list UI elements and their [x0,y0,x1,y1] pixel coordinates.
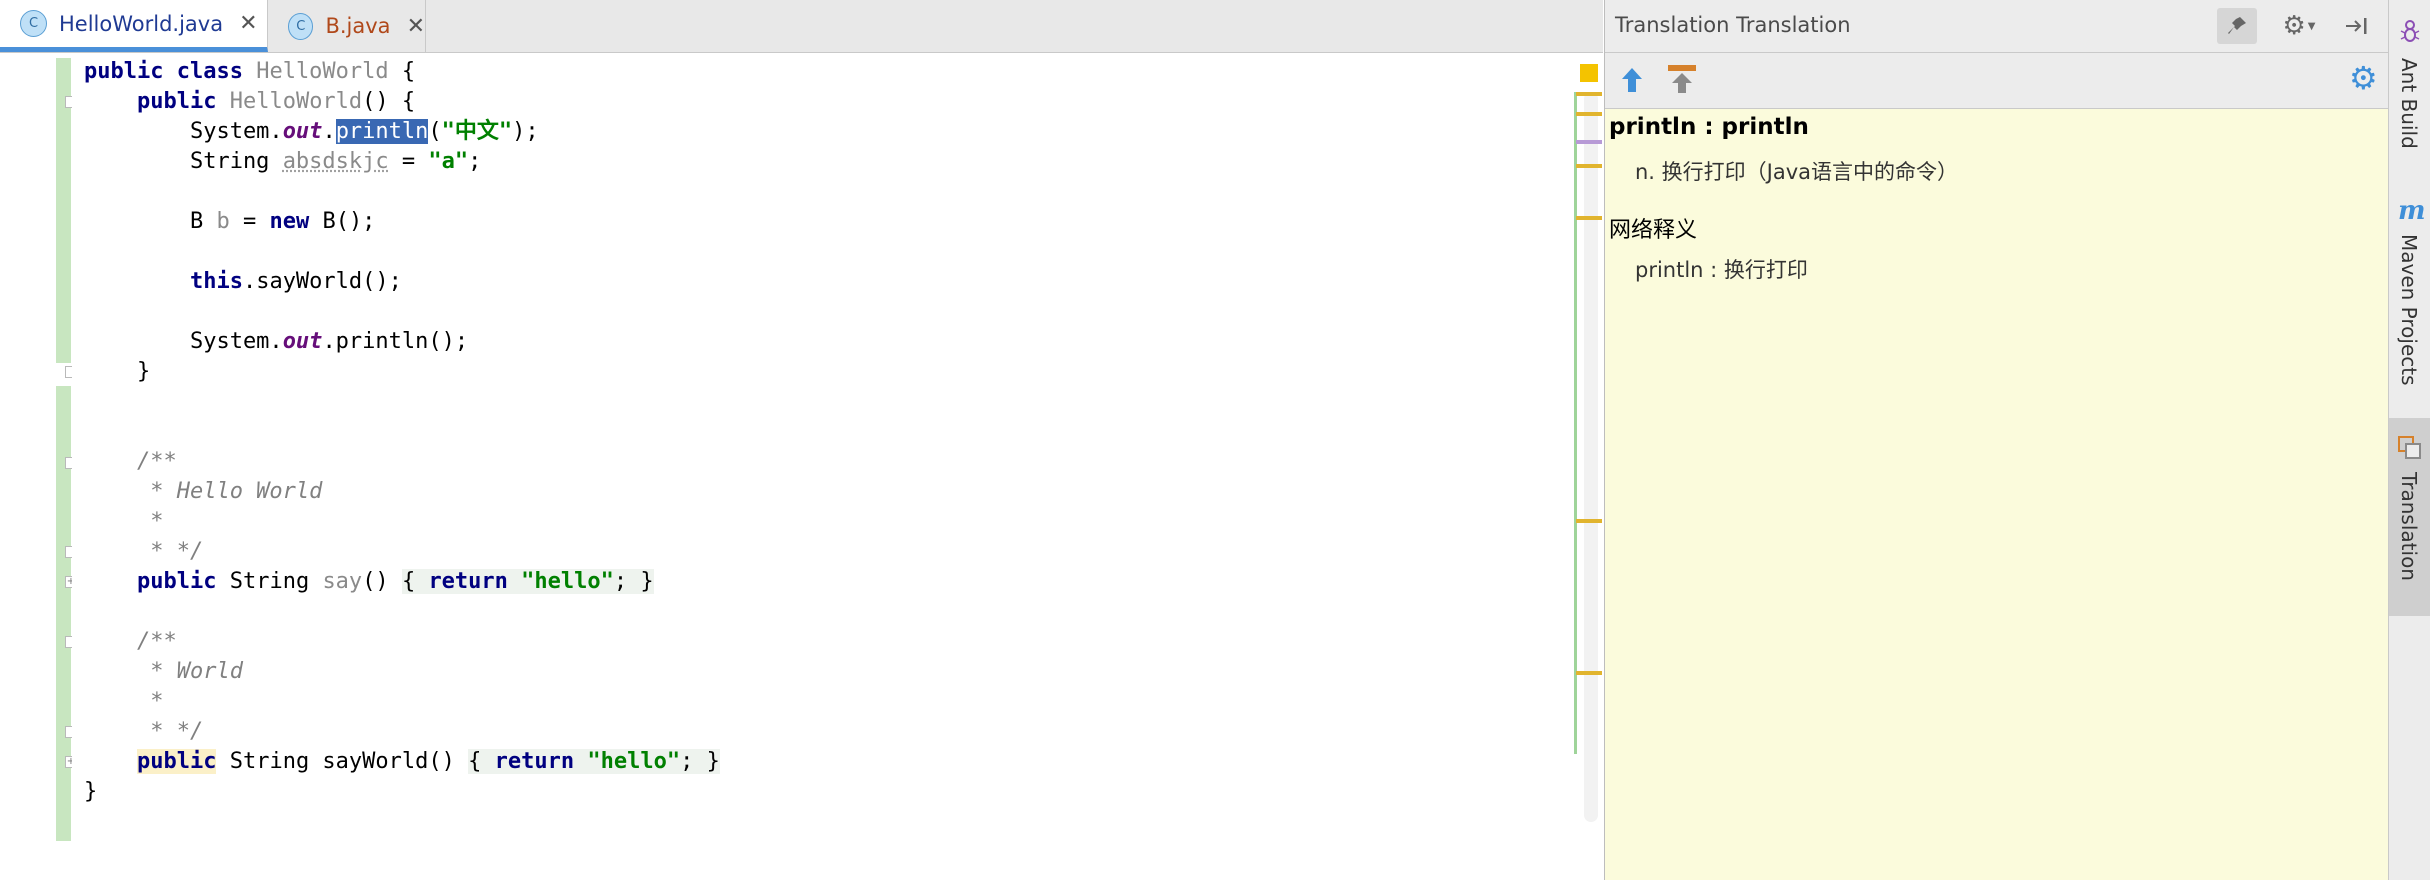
close-icon[interactable]: ✕ [239,11,257,36]
error-stripe[interactable] [1566,54,1604,877]
translation-panel: Translation Translation ⚙ ▼ ⚙ println : … [1604,0,2389,880]
source-code[interactable]: public class HelloWorld { public HelloWo… [84,57,720,807]
warning-marker[interactable] [1576,519,1602,523]
web-definition-heading: 网络释义 [1609,218,1698,243]
panel-header: Translation Translation ⚙ ▼ [1605,0,2389,53]
translation-tool-button[interactable]: Translation [2389,418,2430,616]
settings-dropdown-button[interactable]: ⚙ ▼ [2275,8,2323,44]
ant-icon [2400,20,2420,42]
ant-build-tool-button[interactable]: Ant Build [2397,58,2421,149]
warning-marker[interactable] [1576,164,1602,168]
tab-label: B.java [325,14,391,38]
class-file-icon: C [288,12,314,40]
hide-panel-button[interactable] [2339,8,2375,44]
maven-icon: m [2398,196,2426,226]
gear-icon: ⚙ [2282,11,2306,41]
warning-marker[interactable] [1576,112,1602,116]
arrow-up-icon[interactable] [1619,65,1645,95]
pin-button[interactable] [2217,8,2257,44]
web-definition-entry: println : 换行打印 [1635,258,1808,282]
editor-gutter[interactable]: + + [0,54,120,877]
warning-marker[interactable] [1576,671,1602,675]
vcs-change-stripe [1574,364,1577,754]
vcs-change-marker[interactable] [56,386,71,841]
tab-label: HelloWorld.java [59,11,224,36]
right-tool-strip: Ant Build m Maven Projects Translation [2388,0,2430,880]
translation-tool-label: Translation [2397,472,2421,581]
hide-icon [2346,18,2367,34]
vcs-change-stripe [1574,92,1577,392]
translation-word: println : println [1609,114,1809,140]
chevron-down-icon: ▼ [2307,20,2316,32]
scrollbar-track[interactable] [1584,92,1598,822]
maven-projects-tool-button[interactable]: Maven Projects [2397,234,2421,386]
pin-icon [2228,17,2246,34]
translate-icon [2398,436,2421,459]
gear-icon[interactable]: ⚙ [2349,59,2378,97]
editor-tab-bar: C HelloWorld.java ✕ C B.java ✕ [0,0,1603,53]
import-down-icon[interactable] [1667,63,1697,95]
tab-b-java[interactable]: C B.java ✕ [268,0,426,52]
usage-marker[interactable] [1576,140,1602,144]
panel-title: Translation Translation [1615,13,1851,37]
inspection-status-icon[interactable] [1580,64,1598,82]
translation-definition: n. 换行打印（Java语言中的命令） [1635,160,1959,184]
vcs-change-marker[interactable] [56,808,71,836]
warning-marker[interactable] [1576,92,1602,96]
close-icon[interactable]: ✕ [407,14,425,39]
tab-helloworld-java[interactable]: C HelloWorld.java ✕ [0,0,268,52]
panel-toolbar: ⚙ [1605,53,2389,109]
class-file-icon: C [20,10,47,37]
warning-marker[interactable] [1576,216,1602,220]
